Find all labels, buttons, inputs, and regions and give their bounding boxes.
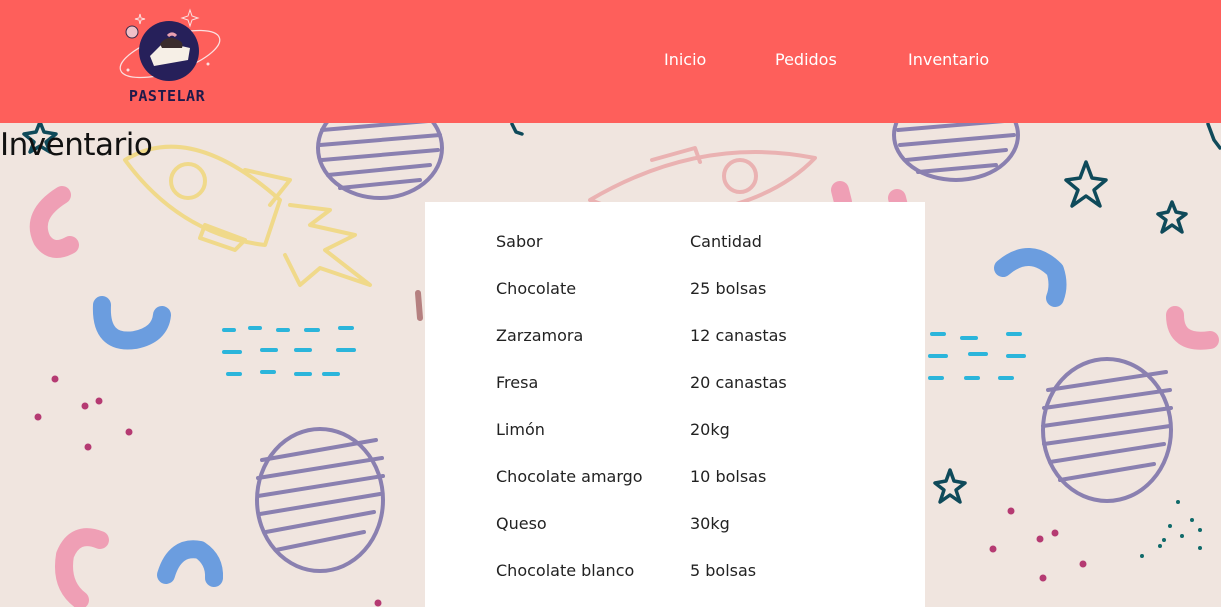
column-header-sabor: Sabor bbox=[496, 232, 543, 251]
cell-sabor: Limón bbox=[496, 420, 545, 439]
cell-cantidad: 25 bolsas bbox=[690, 279, 767, 298]
column-header-cantidad: Cantidad bbox=[690, 232, 762, 251]
table-row: Queso 30kg bbox=[425, 514, 925, 538]
yellow-rocket-doodle bbox=[123, 144, 372, 287]
cell-cantidad: 20 canastas bbox=[690, 373, 787, 392]
nav-link-pedidos[interactable]: Pedidos bbox=[775, 50, 837, 69]
table-row: Chocolate amargo 10 bolsas bbox=[425, 467, 925, 491]
cell-sabor: Chocolate amargo bbox=[496, 467, 643, 486]
cell-sabor: Zarzamora bbox=[496, 326, 584, 345]
cell-sabor: Fresa bbox=[496, 373, 539, 392]
table-row: Zarzamora 12 canastas bbox=[425, 326, 925, 350]
cell-cantidad: 5 bolsas bbox=[690, 561, 757, 580]
cell-sabor: Chocolate blanco bbox=[496, 561, 635, 580]
pastelar-logo[interactable]: PASTELAR bbox=[112, 4, 222, 108]
cell-cantidad: 10 bolsas bbox=[690, 467, 767, 486]
nav-link-inventario[interactable]: Inventario bbox=[908, 50, 989, 69]
table-row: Limón 20kg bbox=[425, 420, 925, 444]
table-row: Chocolate 25 bolsas bbox=[425, 279, 925, 303]
small-dots-doodle bbox=[1140, 500, 1202, 558]
table-row: Chocolate blanco 5 bolsas bbox=[425, 561, 925, 585]
inventory-table: Sabor Cantidad Chocolate 25 bolsas Zarza… bbox=[425, 202, 925, 607]
cell-cantidad: 30kg bbox=[690, 514, 730, 533]
cell-sabor: Queso bbox=[496, 514, 547, 533]
nav-link-inicio[interactable]: Inicio bbox=[664, 50, 706, 69]
top-nav-bar: PASTELAR Inicio Pedidos Inventario bbox=[0, 0, 1221, 123]
cell-cantidad: 20kg bbox=[690, 420, 730, 439]
brand-name: PASTELAR bbox=[128, 87, 206, 105]
page-title: Inventario bbox=[0, 127, 153, 163]
table-header-row: Sabor Cantidad bbox=[425, 232, 925, 256]
cell-sabor: Chocolate bbox=[496, 279, 577, 298]
table-row: Fresa 20 canastas bbox=[425, 373, 925, 397]
cell-cantidad: 12 canastas bbox=[690, 326, 787, 345]
